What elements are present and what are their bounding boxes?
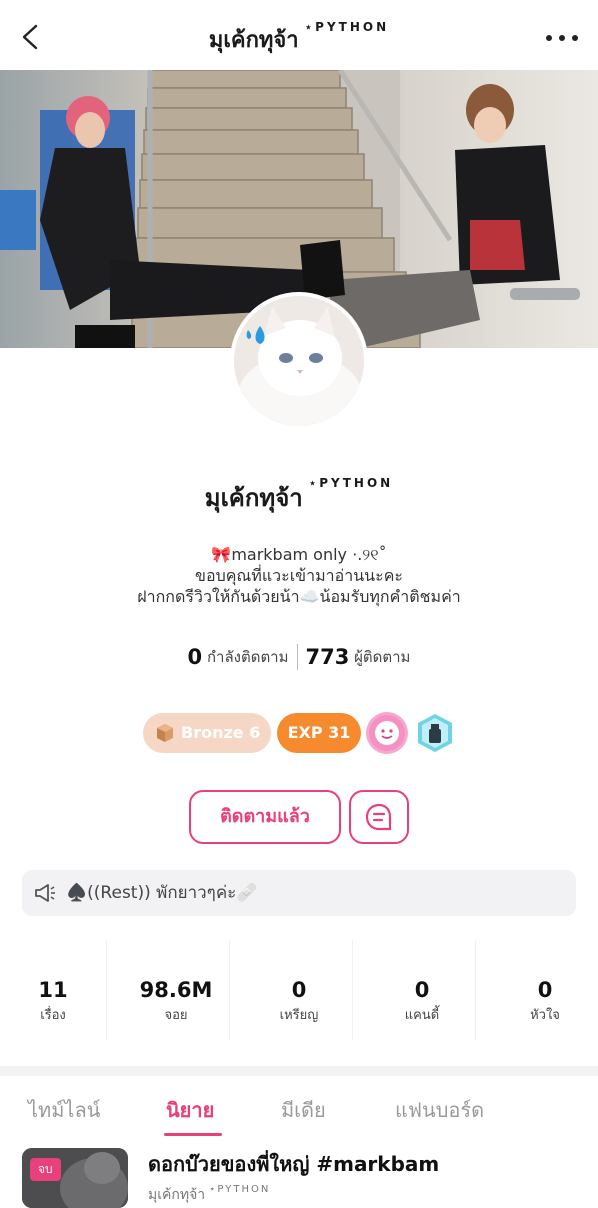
stat-value: 11 (38, 978, 68, 1002)
stats-divider (106, 940, 107, 1040)
exp-badge-label: EXP 31 (287, 723, 351, 742)
page-title-text: มุเค้กทุจ้า (208, 28, 299, 53)
followers-count: 773 (305, 644, 350, 669)
stat-value: 0 (414, 978, 430, 1002)
bio-line: ฝากกดรีวิวให้กันด้วยน้า☁️น้อมรับทุกคำติช… (137, 587, 461, 606)
bio-line: ขอบคุณที่แวะเข้ามาอ่านนะคะ (195, 566, 403, 585)
stat-joy[interactable]: 98.6M จอย (126, 978, 226, 1025)
followers-label: ผู้ติดตาม (354, 647, 411, 666)
section-separator (0, 1066, 598, 1076)
story-title[interactable]: ดอกบ๊วยของพี่ใหญ่ #markbam (148, 1148, 439, 1180)
story-author-name: มุเค้กทุจ้า (148, 1187, 206, 1203)
announcement-text: ♠️((Rest)) พักยาวๆค่ะ🩹 (66, 883, 258, 903)
stat-label: จอย (164, 1008, 188, 1023)
tab-media[interactable]: มีเดีย (281, 1094, 326, 1126)
stat-candy[interactable]: 0 แคนดี้ (372, 978, 472, 1025)
bronze-badge[interactable]: Bronze 6 (143, 713, 271, 753)
completed-tag: จบ (30, 1158, 61, 1181)
stat-value: 0 (537, 978, 553, 1002)
story-thumbnail[interactable]: จบ (22, 1148, 128, 1208)
story-list-item[interactable]: จบ ดอกบ๊วยของพี่ใหญ่ #markbam มุเค้กทุจ้… (0, 1140, 598, 1208)
top-bar: มุเค้กทุจ้า ⋆PYTHON (0, 0, 598, 70)
bronze-badge-label: Bronze 6 (181, 723, 261, 742)
follow-counts: 0 กำลังติดตาม 773 ผู้ติดตาม (0, 644, 598, 670)
stat-coins[interactable]: 0 เหรียญ (249, 978, 349, 1025)
following-button[interactable]: ติดตามแล้ว (189, 790, 341, 844)
megaphone-icon (35, 884, 55, 902)
stat-hearts[interactable]: 0 หัวใจ (495, 978, 595, 1025)
story-author-sup: ⋆PYTHON (209, 1184, 271, 1195)
counts-divider (296, 644, 298, 670)
following-count: 0 (187, 644, 203, 669)
profile-name: มุเค้กทุจ้า ⋆PYTHON (0, 476, 598, 517)
more-horizontal-icon[interactable] (544, 24, 580, 52)
stat-value: 0 (291, 978, 307, 1002)
chat-button[interactable] (349, 790, 409, 844)
stat-label: เรื่อง (40, 1008, 66, 1023)
profile-name-sup: ⋆PYTHON (308, 476, 394, 490)
tab-timeline[interactable]: ไทม์ไลน์ (28, 1094, 100, 1126)
profile-tabs: ไทม์ไลน์ นิยาย มีเดีย แฟนบอร์ด (0, 1076, 598, 1138)
stat-stories[interactable]: 11 เรื่อง (3, 978, 103, 1025)
active-tab-indicator (164, 1133, 222, 1136)
exp-badge[interactable]: EXP 31 (277, 713, 361, 753)
stats-divider (475, 940, 476, 1040)
stat-label: เหรียญ (279, 1008, 319, 1023)
smiley-badge-icon[interactable] (366, 712, 408, 754)
followers-link[interactable]: 773 ผู้ติดตาม (305, 644, 411, 669)
stat-value: 98.6M (139, 978, 213, 1002)
following-label: กำลังติดตาม (206, 647, 289, 666)
stats-row: 11 เรื่อง 98.6M จอย 0 เหรียญ 0 แคนดี้ 0 … (0, 940, 598, 1040)
tab-novels[interactable]: นิยาย (166, 1094, 214, 1126)
announcement-bar[interactable]: ♠️((Rest)) พักยาวๆค่ะ🩹 (22, 870, 576, 916)
profile-name-text: มุเค้กทุจ้า (204, 484, 303, 512)
page-title-sup: ⋆PYTHON (304, 20, 390, 34)
stats-divider (352, 940, 353, 1040)
stat-label: หัวใจ (530, 1008, 560, 1023)
stat-label: แคนดี้ (404, 1008, 440, 1023)
following-button-label: ติดตามแล้ว (220, 806, 310, 827)
bio-line: 🎀markbam only ⋅.୨୧˚ (211, 545, 387, 564)
story-author[interactable]: มุเค้กทุจ้า ⋆PYTHON (148, 1184, 270, 1206)
avatar[interactable] (230, 292, 368, 430)
page-title: มุเค้กทุจ้า ⋆PYTHON (0, 20, 598, 57)
tab-fanboard[interactable]: แฟนบอร์ด (395, 1094, 484, 1126)
bronze-cube-icon (157, 724, 173, 742)
stats-divider (229, 940, 230, 1040)
following-link[interactable]: 0 กำลังติดตาม (187, 644, 289, 669)
potion-badge-icon[interactable] (414, 712, 456, 754)
chat-bubble-icon (365, 803, 392, 831)
profile-bio: 🎀markbam only ⋅.୨୧˚ ขอบคุณที่แวะเข้ามาอ่… (0, 544, 598, 607)
